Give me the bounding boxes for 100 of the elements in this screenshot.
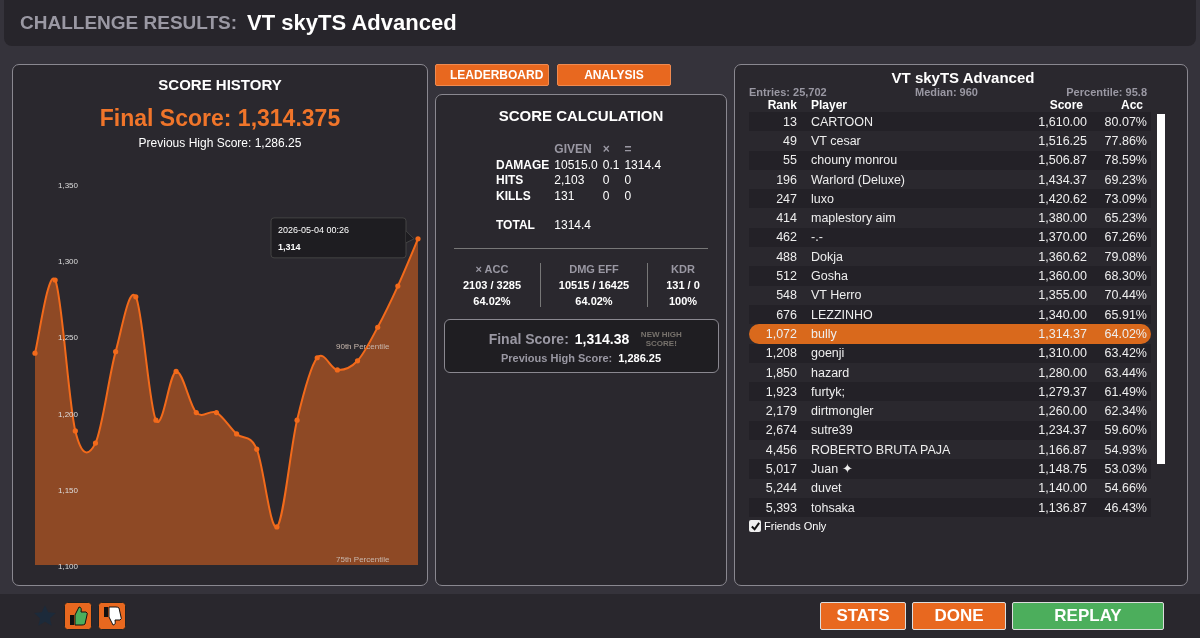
y-tick-label: 1,350 <box>58 181 79 190</box>
new-high-score-label: NEW HIGH SCORE! <box>639 329 683 348</box>
player-cell-text: Dokja <box>810 249 844 264</box>
leaderboard-row[interactable]: 1,923 furtyk; 1,279.37 61.49% <box>749 382 1151 402</box>
total-value: 1314.4 <box>554 218 593 234</box>
leaderboard-row[interactable]: 1,208 goenji 1,310.00 63.42% <box>749 343 1151 363</box>
player-cell-text: Juan ✦ <box>810 461 854 477</box>
leaderboard-row[interactable]: 676 LEZZINHO 1,340.00 65.91% <box>749 304 1151 325</box>
player-cell-text: goenji <box>810 346 846 361</box>
score-cell-text: 1,355.00 <box>1037 288 1087 303</box>
data-point <box>153 417 159 423</box>
leaderboard-row[interactable]: 462 -.- 1,370.00 67.26% <box>749 227 1151 248</box>
leaderboard-row[interactable]: 247 luxo 1,420.62 73.09% <box>749 189 1151 209</box>
data-point <box>415 236 421 242</box>
score-cell-text: 1,420.62 <box>1037 191 1087 206</box>
accuracy-cell-text: 73.09% <box>1103 191 1148 206</box>
leaderboard-row[interactable]: 2,674 sutre39 1,234.37 59.60% <box>749 420 1151 441</box>
column-header: × <box>602 142 611 158</box>
player-cell-text: LEZZINHO <box>810 307 874 322</box>
percentile-label: 75th Percentile <box>336 555 390 564</box>
friends-only-checkbox[interactable] <box>749 520 761 533</box>
entries-count: Entries: 25,702 <box>749 86 827 98</box>
accuracy-cell-text: 68.30% <box>1103 269 1148 283</box>
player-cell-text: luxo <box>810 191 835 206</box>
data-point <box>274 524 280 530</box>
data-point <box>254 446 260 452</box>
previous-high-value: 1,286.25 <box>618 351 662 364</box>
multiplier-value: 0 <box>602 188 611 204</box>
y-tick-label: 1,200 <box>58 409 79 419</box>
accuracy-cell-text: 61.49% <box>1103 384 1148 399</box>
percentile: Percentile: 95.8 <box>1066 86 1147 98</box>
score-cell-text: 1,234.37 <box>1037 423 1087 438</box>
final-score-label: Final Score: <box>488 330 569 347</box>
thumbs-down-icon[interactable] <box>98 602 126 630</box>
score-cell-text: 1,610.00 <box>1037 114 1087 129</box>
final-score-value: 1,314.38 <box>574 330 630 347</box>
stat-ratio: 131 / 0 <box>666 278 700 291</box>
stat-label: × ACC <box>475 262 509 275</box>
column-header: Player <box>810 98 849 112</box>
data-point <box>92 440 99 446</box>
player-cell-text: maplestory aim <box>810 211 897 226</box>
player-cell-text: CARTOON <box>810 114 875 129</box>
column-header: Score <box>1048 98 1083 112</box>
score-cell-text: 1,260.00 <box>1037 404 1087 419</box>
score-cell-text: 1,506.87 <box>1037 153 1087 168</box>
player-cell-text: hazard <box>810 365 851 380</box>
rank-cell-text: 196 <box>775 172 797 187</box>
player-cell-text: bully <box>810 326 838 341</box>
score-cell-text: 1,516.25 <box>1037 133 1087 148</box>
data-point <box>294 417 300 423</box>
panel-title: SCORE CALCULATION <box>498 107 664 124</box>
score-cell-text: 1,360.00 <box>1037 269 1087 283</box>
score-cell-text: 1,140.00 <box>1037 481 1087 496</box>
player-cell-text: chouny monrou <box>810 153 899 168</box>
rank-cell-text: 5,393 <box>764 500 797 515</box>
data-point <box>72 428 78 434</box>
rank-cell-text: 512 <box>775 269 797 283</box>
leaderboard-title: VT skyTS Advanced <box>890 69 1036 86</box>
data-point <box>234 431 240 437</box>
accuracy-cell-text: 53.03% <box>1103 462 1148 476</box>
score-cell-text: 1,370.00 <box>1037 230 1087 245</box>
stat-percent: 100% <box>668 294 698 307</box>
leaderboard-row[interactable]: 5,393 tohsaka 1,136.87 46.43% <box>749 497 1151 518</box>
accuracy-cell-text: 77.86% <box>1103 133 1148 148</box>
row-label: HITS <box>496 173 525 189</box>
rank-cell-text: 55 <box>782 153 797 168</box>
rank-cell-text: 1,923 <box>764 384 797 399</box>
result-value: 0 <box>624 188 633 204</box>
previous-high-label: Previous High Score: <box>500 351 613 364</box>
leaderboard-row[interactable]: 5,017 Juan ✦ 1,148.75 53.03% <box>749 459 1151 479</box>
result-value: 1314.4 <box>624 157 662 173</box>
accuracy-cell-text: 65.91% <box>1103 307 1148 322</box>
rank-cell-text: 676 <box>775 307 797 322</box>
rank-cell-text: 4,456 <box>764 442 797 457</box>
column-header: Rank <box>766 98 797 112</box>
player-cell-text: duvet <box>810 481 843 496</box>
score-cell-text: 1,136.87 <box>1037 500 1087 515</box>
score-cell-text: 1,314.37 <box>1037 326 1087 341</box>
thumbs-up-icon[interactable] <box>64 602 92 630</box>
multiplier-value: 0 <box>602 173 611 189</box>
median-score: Median: 960 <box>915 86 978 98</box>
accuracy-cell-text: 67.26% <box>1103 230 1148 245</box>
score-cell-text: 1,166.87 <box>1037 442 1087 457</box>
column-header: GIVEN <box>554 142 593 158</box>
leaderboard-row[interactable]: 512 Gosha 1,360.00 68.30% <box>749 266 1151 286</box>
player-cell-text: ROBERTO BRUTA PAJA <box>810 442 952 457</box>
rank-cell-text: 1,072 <box>764 326 797 341</box>
data-point <box>113 349 119 355</box>
data-point <box>173 368 179 375</box>
score-cell-text: 1,360.62 <box>1037 249 1087 264</box>
previous-high-score: Previous High Score: 1,286.25 <box>138 136 302 150</box>
player-cell-text: dirtmongler <box>810 404 875 419</box>
stat-label: DMG EFF <box>569 262 619 275</box>
leaderboard-row[interactable]: 55 chouny monrou 1,506.87 78.59% <box>749 150 1151 170</box>
rank-cell-text: 2,179 <box>764 404 797 419</box>
accuracy-cell-text: 59.60% <box>1103 423 1148 438</box>
data-point <box>213 410 219 416</box>
data-point <box>133 294 139 300</box>
accuracy-cell-text: 79.08% <box>1103 249 1148 264</box>
leaderboard-row[interactable]: 13 CARTOON 1,610.00 80.07% <box>749 112 1151 132</box>
